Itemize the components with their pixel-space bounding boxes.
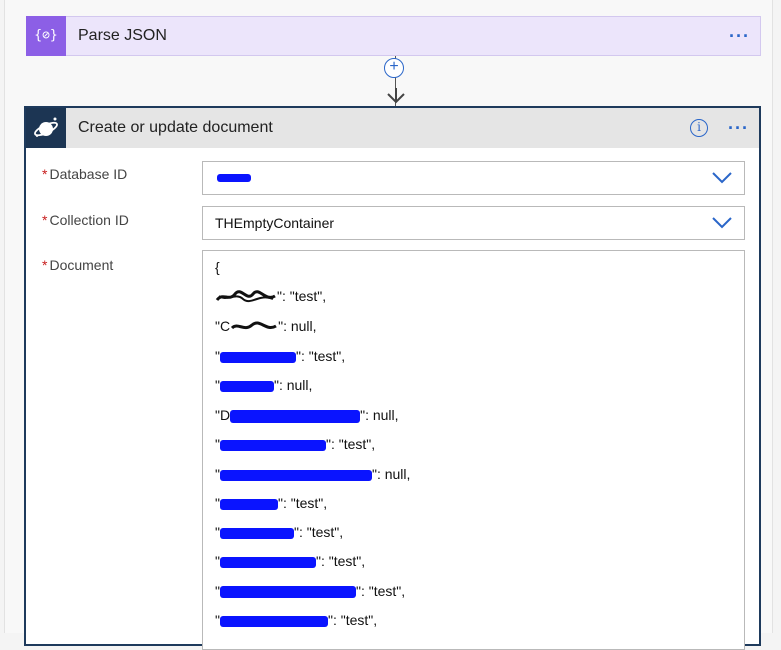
document-line: " ": "test", <box>215 436 376 452</box>
database-id-label: * Database ID <box>42 166 128 182</box>
document-line: " ": "test", <box>215 583 406 599</box>
scribble-redaction <box>231 321 277 330</box>
document-line: " ": "test", <box>215 553 366 569</box>
parse-json-title: Parse JSON <box>78 27 167 44</box>
parse-json-step[interactable]: {⊘} Parse JSON ··· <box>26 15 761 56</box>
document-line: " ": "test", <box>215 348 346 364</box>
arrow-down-icon <box>387 88 405 104</box>
create-update-document-step: Create or update document i ··· * Databas… <box>24 106 761 650</box>
document-line: " ": "test", <box>215 612 378 628</box>
chevron-down-icon <box>712 217 732 229</box>
document-line: " ": "test", <box>215 524 344 540</box>
chevron-down-icon <box>712 172 732 184</box>
scribble-redaction <box>215 290 276 303</box>
database-id-dropdown[interactable] <box>202 161 745 195</box>
collection-id-label: * Collection ID <box>42 212 129 228</box>
document-label: * Document <box>42 257 114 273</box>
document-line: " ": "test", <box>215 495 328 511</box>
document-line: " ": null, <box>215 466 411 482</box>
document-line: { <box>215 259 220 275</box>
parse-json-icon: {⊘} <box>26 15 66 56</box>
redacted-value <box>217 174 251 182</box>
step-title: Create or update document <box>78 119 273 136</box>
document-line: "C ": null, <box>215 318 317 334</box>
step-more-button[interactable]: ··· <box>728 119 749 137</box>
document-editor[interactable]: { ": "test", "C ": null, " ": "test", " ": … <box>202 250 745 650</box>
cosmos-db-icon <box>26 108 66 148</box>
collection-id-dropdown[interactable]: THEmptyContainer <box>202 206 745 240</box>
step-header[interactable]: Create or update document i ··· <box>26 108 759 148</box>
collection-id-value: THEmptyContainer <box>215 215 335 231</box>
add-step-button[interactable]: + <box>384 58 404 78</box>
parse-json-more-button[interactable]: ··· <box>729 27 750 45</box>
document-line: " ": null, <box>215 377 313 393</box>
document-line: "D ": null, <box>215 407 399 423</box>
info-icon[interactable]: i <box>690 119 709 137</box>
document-line: ": "test", <box>215 288 326 304</box>
